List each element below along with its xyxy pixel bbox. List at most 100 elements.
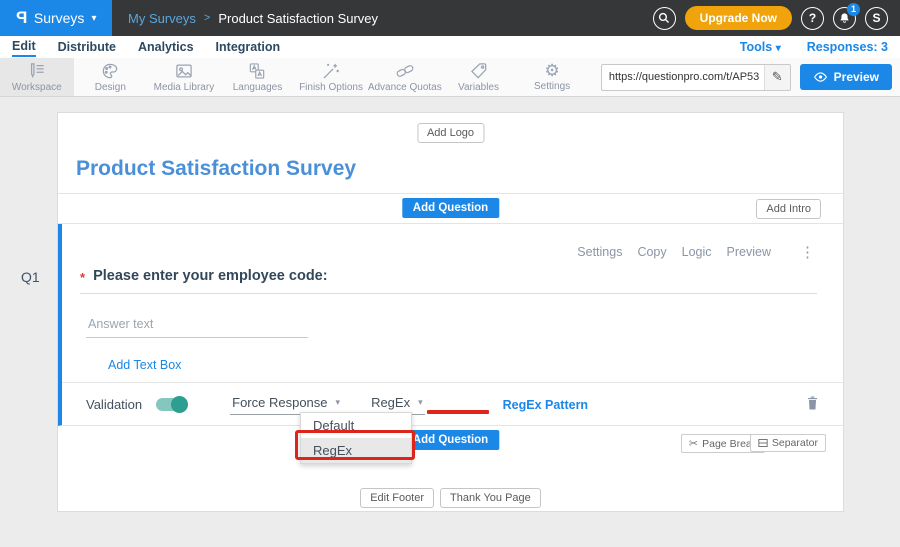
- chevron-down-icon: ▾: [776, 43, 781, 54]
- toolbar-workspace[interactable]: Workspace: [0, 58, 74, 96]
- toolbar-media-library[interactable]: Media Library: [147, 58, 221, 96]
- trash-icon: [806, 395, 819, 411]
- separator-icon: [758, 438, 768, 448]
- chain-links-icon: [395, 61, 415, 81]
- chevron-down-icon: ▾: [91, 13, 96, 24]
- eye-icon: [813, 71, 828, 83]
- preview-button[interactable]: Preview: [800, 64, 892, 90]
- chevron-down-icon: ▾: [336, 397, 341, 408]
- tab-analytics[interactable]: Analytics: [138, 38, 194, 56]
- toolbar-design[interactable]: Design: [74, 58, 148, 96]
- questionpro-logo-icon: P: [16, 8, 27, 28]
- search-button[interactable]: [653, 7, 676, 30]
- edit-url-button[interactable]: ✎: [764, 65, 790, 90]
- languages-label: Languages: [233, 82, 283, 93]
- toolbar-variables[interactable]: Variables: [442, 58, 516, 96]
- settings-label: Settings: [534, 81, 570, 92]
- validation-type-value: RegEx: [371, 395, 410, 410]
- survey-url-input[interactable]: [602, 71, 764, 83]
- tools-menu[interactable]: Tools ▾: [740, 40, 781, 54]
- survey-url-box: ✎: [601, 64, 791, 91]
- pencil-icon: ✎: [772, 69, 783, 85]
- image-icon: [174, 61, 194, 81]
- dropdown-option-regex[interactable]: RegEx: [301, 438, 411, 463]
- question-text[interactable]: Please enter your employee code:: [93, 268, 328, 284]
- toggle-knob: [171, 396, 188, 413]
- answer-text-input[interactable]: [86, 313, 308, 338]
- add-intro-button[interactable]: Add Intro: [756, 199, 821, 219]
- gear-icon: ⚙: [544, 62, 559, 80]
- top-bar: P Surveys ▾ My Surveys > Product Satisfa…: [0, 0, 900, 36]
- question-copy-link[interactable]: Copy: [637, 245, 666, 259]
- question-number: Q1: [21, 269, 40, 285]
- toolbar-advance-quotas[interactable]: Advance Quotas: [368, 58, 442, 96]
- subnav-right: Tools ▾ Responses: 3: [740, 40, 888, 54]
- search-icon: [657, 11, 671, 25]
- question-preview-link[interactable]: Preview: [727, 245, 771, 259]
- responses-link[interactable]: Responses: 3: [807, 40, 888, 54]
- validation-row: Validation Force Response ▾ RegEx ▾ RegE…: [62, 382, 845, 426]
- dropdown-option-default[interactable]: Default: [301, 413, 411, 438]
- languages-icon: [247, 61, 267, 81]
- separator-label: Separator: [772, 437, 818, 449]
- toolbar-finish-options[interactable]: Finish Options: [294, 58, 368, 96]
- add-question-button-top[interactable]: Add Question: [402, 198, 499, 218]
- finish-options-label: Finish Options: [299, 82, 363, 93]
- add-text-box-link[interactable]: Add Text Box: [108, 358, 181, 372]
- toolbar-settings[interactable]: ⚙ Settings: [515, 58, 589, 96]
- media-library-label: Media Library: [154, 82, 215, 93]
- top-bar-actions: Upgrade Now ? 1 S: [653, 6, 888, 30]
- more-options-icon[interactable]: ⋮: [800, 243, 815, 261]
- workspace-icon: [27, 61, 47, 81]
- force-response-value: Force Response: [232, 395, 327, 410]
- breadcrumb-current-survey: Product Satisfaction Survey: [218, 11, 378, 26]
- edit-footer-button[interactable]: Edit Footer: [360, 488, 434, 508]
- survey-canvas: Q1 Add Logo Product Satisfaction Survey …: [0, 97, 900, 547]
- question-settings-link[interactable]: Settings: [577, 245, 622, 259]
- upgrade-now-button[interactable]: Upgrade Now: [685, 6, 792, 30]
- delete-question-button[interactable]: [806, 395, 819, 416]
- survey-title[interactable]: Product Satisfaction Survey: [76, 157, 356, 181]
- tab-integration[interactable]: Integration: [216, 38, 281, 56]
- question-logic-link[interactable]: Logic: [682, 245, 712, 259]
- question-action-menu: Settings Copy Logic Preview ⋮: [577, 243, 815, 261]
- variables-label: Variables: [458, 82, 499, 93]
- breadcrumb-my-surveys[interactable]: My Surveys: [128, 11, 196, 26]
- tab-distribute[interactable]: Distribute: [58, 38, 116, 56]
- tools-label: Tools: [740, 40, 772, 54]
- regex-pattern-link[interactable]: RegEx Pattern: [503, 398, 588, 412]
- advance-quotas-label: Advance Quotas: [368, 82, 442, 93]
- magic-wand-icon: [321, 61, 341, 81]
- notifications-button[interactable]: 1: [833, 7, 856, 30]
- preview-label: Preview: [834, 70, 879, 84]
- scissors-icon: ✂: [689, 437, 698, 450]
- validation-toggle[interactable]: [156, 398, 186, 411]
- survey-footer-actions: Edit Footer Thank You Page: [58, 488, 843, 508]
- question-block-q1: Settings Copy Logic Preview ⋮ * Please e…: [58, 224, 845, 426]
- thank-you-page-button[interactable]: Thank You Page: [440, 488, 541, 508]
- palette-icon: [100, 61, 120, 81]
- workspace-label: Workspace: [12, 82, 62, 93]
- divider: [58, 193, 843, 194]
- survey-nav-tabs: Edit Distribute Analytics Integration To…: [0, 36, 900, 58]
- question-text-row[interactable]: * Please enter your employee code:: [80, 268, 817, 294]
- account-avatar[interactable]: S: [865, 7, 888, 30]
- page-break-label: Page Break: [702, 438, 757, 450]
- notification-badge: 1: [847, 3, 860, 16]
- breadcrumb-separator: >: [204, 12, 210, 24]
- tab-edit[interactable]: Edit: [12, 37, 36, 57]
- question-mark-icon: ?: [809, 11, 816, 25]
- chevron-down-icon: ▾: [418, 397, 423, 408]
- survey-card: Add Logo Product Satisfaction Survey Add…: [57, 112, 844, 512]
- add-question-button-bottom[interactable]: Add Question: [402, 430, 499, 450]
- validation-type-dropdown: Default RegEx: [300, 412, 412, 464]
- toolbar-languages[interactable]: Languages: [221, 58, 295, 96]
- separator-button[interactable]: Separator: [750, 434, 826, 452]
- questionpro-survey-editor: P Surveys ▾ My Surveys > Product Satisfa…: [0, 0, 900, 547]
- help-button[interactable]: ?: [801, 7, 824, 30]
- tag-icon: [469, 61, 489, 81]
- avatar-initial: S: [872, 11, 880, 25]
- surveys-product-menu[interactable]: P Surveys ▾: [0, 0, 112, 36]
- add-logo-button[interactable]: Add Logo: [417, 123, 484, 143]
- design-label: Design: [95, 82, 126, 93]
